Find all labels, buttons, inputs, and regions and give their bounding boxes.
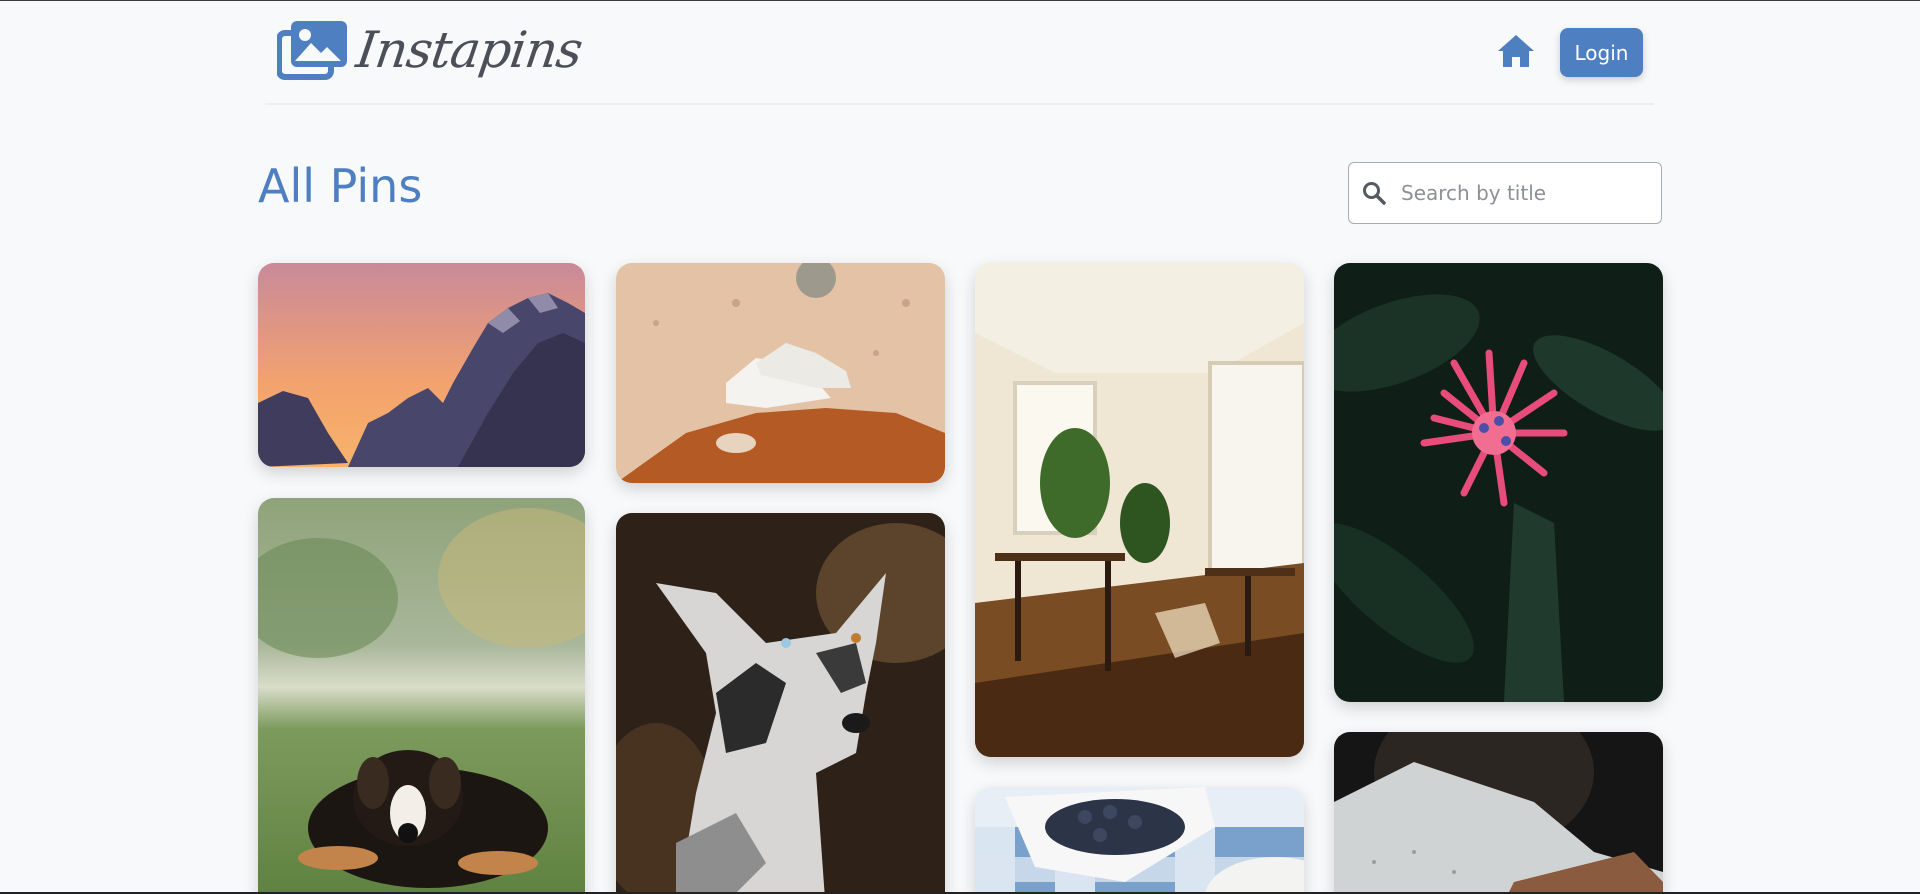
blueberries-pin-image[interactable] <box>975 787 1304 892</box>
search-bar[interactable] <box>1348 162 1662 224</box>
sneakers-on-sand-pin-image[interactable] <box>616 263 945 483</box>
image-stack-icon <box>277 21 347 80</box>
brand-name: Instapins <box>352 21 586 79</box>
app-window: Instapins Login All Pins <box>0 0 1920 894</box>
search-input[interactable] <box>1399 180 1643 206</box>
merle-dog-pin-image[interactable] <box>616 513 945 892</box>
brand-logo[interactable]: Instapins <box>277 19 586 81</box>
page-title: All Pins <box>258 159 423 213</box>
bernese-dog-pin-image[interactable] <box>258 498 585 892</box>
mountain-sunset-pin-image[interactable] <box>258 263 585 467</box>
login-button[interactable]: Login <box>1560 28 1643 77</box>
home-icon[interactable] <box>1497 33 1535 69</box>
red-flower-pin-image[interactable] <box>1334 263 1663 702</box>
cafe-interior-pin-image[interactable] <box>975 263 1304 757</box>
top-navbar: Instapins Login <box>265 1 1654 105</box>
search-icon <box>1363 182 1386 205</box>
man-shirt-pin-image[interactable] <box>1334 732 1663 892</box>
